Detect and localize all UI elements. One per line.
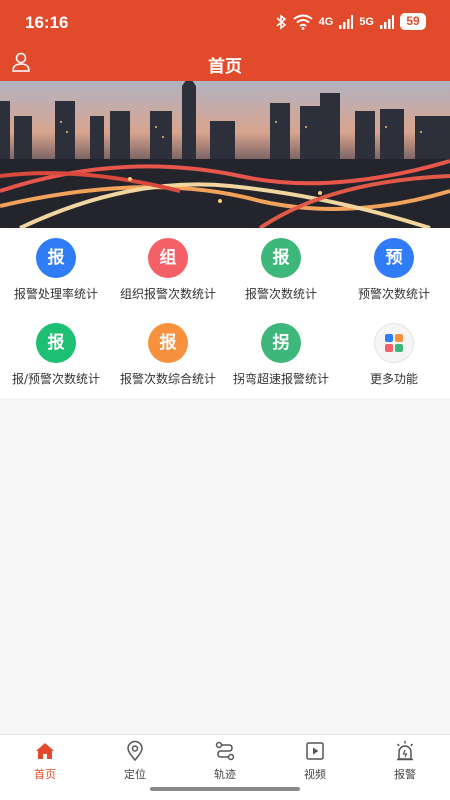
route-icon <box>215 741 235 761</box>
grid-item-label: 报警次数统计 <box>244 287 317 301</box>
alarm-stat-icon: 报 <box>148 323 188 363</box>
grid-item-label: 预警次数统计 <box>357 287 430 301</box>
grid-item-label: 组织报警次数统计 <box>119 287 216 301</box>
city-banner-image[interactable] <box>0 81 450 228</box>
function-grid: 报 报警处理率统计 组 组织报警次数统计 报 报警次数统计 预 预警次数统计 报… <box>0 228 450 398</box>
nav-label: 首页 <box>34 768 56 781</box>
home-indicator[interactable] <box>150 787 300 791</box>
grid-item-label: 报警处理率统计 <box>13 287 98 301</box>
alarm-icon <box>396 741 414 761</box>
nav-item-alarm[interactable]: 报警 <box>360 740 450 782</box>
grid-item-warning-count[interactable]: 预 预警次数统计 <box>338 228 450 308</box>
signal-5g-label: 5G <box>359 15 374 28</box>
grid-item-label: 报/预警次数统计 <box>11 372 101 386</box>
signal-4g-label: 4G <box>318 15 334 28</box>
grid-item-alarm-warning-count[interactable]: 报 报/预警次数统计 <box>0 313 112 393</box>
nav-label: 视频 <box>304 768 326 781</box>
city-skyline-illustration <box>0 81 450 228</box>
turn-stat-icon: 拐 <box>261 323 301 363</box>
nav-item-location[interactable]: 定位 <box>90 740 180 782</box>
wifi-icon <box>293 14 313 30</box>
video-icon <box>306 742 324 760</box>
nav-label: 报警 <box>394 768 416 781</box>
nav-item-video[interactable]: 视频 <box>270 740 360 782</box>
status-bar: 16:16 4G 5G 59 <box>0 0 450 46</box>
signal-icon <box>339 14 354 29</box>
nav-label: 定位 <box>124 768 146 781</box>
org-stat-icon: 组 <box>148 238 188 278</box>
signal-icon <box>380 14 394 29</box>
warning-stat-icon: 预 <box>374 238 414 278</box>
nav-label: 轨迹 <box>214 768 236 781</box>
app-header: 首页 <box>0 46 450 81</box>
nav-item-track[interactable]: 轨迹 <box>180 740 270 782</box>
nav-item-home[interactable]: 首页 <box>0 740 90 782</box>
grid-item-label: 报警次数综合统计 <box>119 372 216 386</box>
grid-item-org-alarm-count[interactable]: 组 组织报警次数统计 <box>112 228 224 308</box>
alarm-stat-icon: 报 <box>261 238 301 278</box>
location-pin-icon <box>127 740 143 762</box>
grid-item-alarm-handling-rate[interactable]: 报 报警处理率统计 <box>0 228 112 308</box>
page-title: 首页 <box>208 57 242 77</box>
home-icon <box>36 743 54 759</box>
grid-item-label: 更多功能 <box>369 372 418 386</box>
more-apps-icon <box>374 323 414 363</box>
status-icons: 4G 5G 59 <box>275 13 426 30</box>
grid-item-turn-overspeed-alarm[interactable]: 拐 拐弯超速报警统计 <box>225 313 337 393</box>
battery-indicator: 59 <box>400 13 426 30</box>
grid-item-alarm-composite-count[interactable]: 报 报警次数综合统计 <box>112 313 224 393</box>
bluetooth-icon <box>276 13 286 30</box>
status-time: 16:16 <box>25 13 69 32</box>
alarm-stat-icon: 报 <box>36 323 76 363</box>
grid-item-more-functions[interactable]: 更多功能 <box>338 313 450 393</box>
grid-item-label: 拐弯超速报警统计 <box>232 372 329 386</box>
grid-item-alarm-count[interactable]: 报 报警次数统计 <box>225 228 337 308</box>
alarm-stat-icon: 报 <box>36 238 76 278</box>
